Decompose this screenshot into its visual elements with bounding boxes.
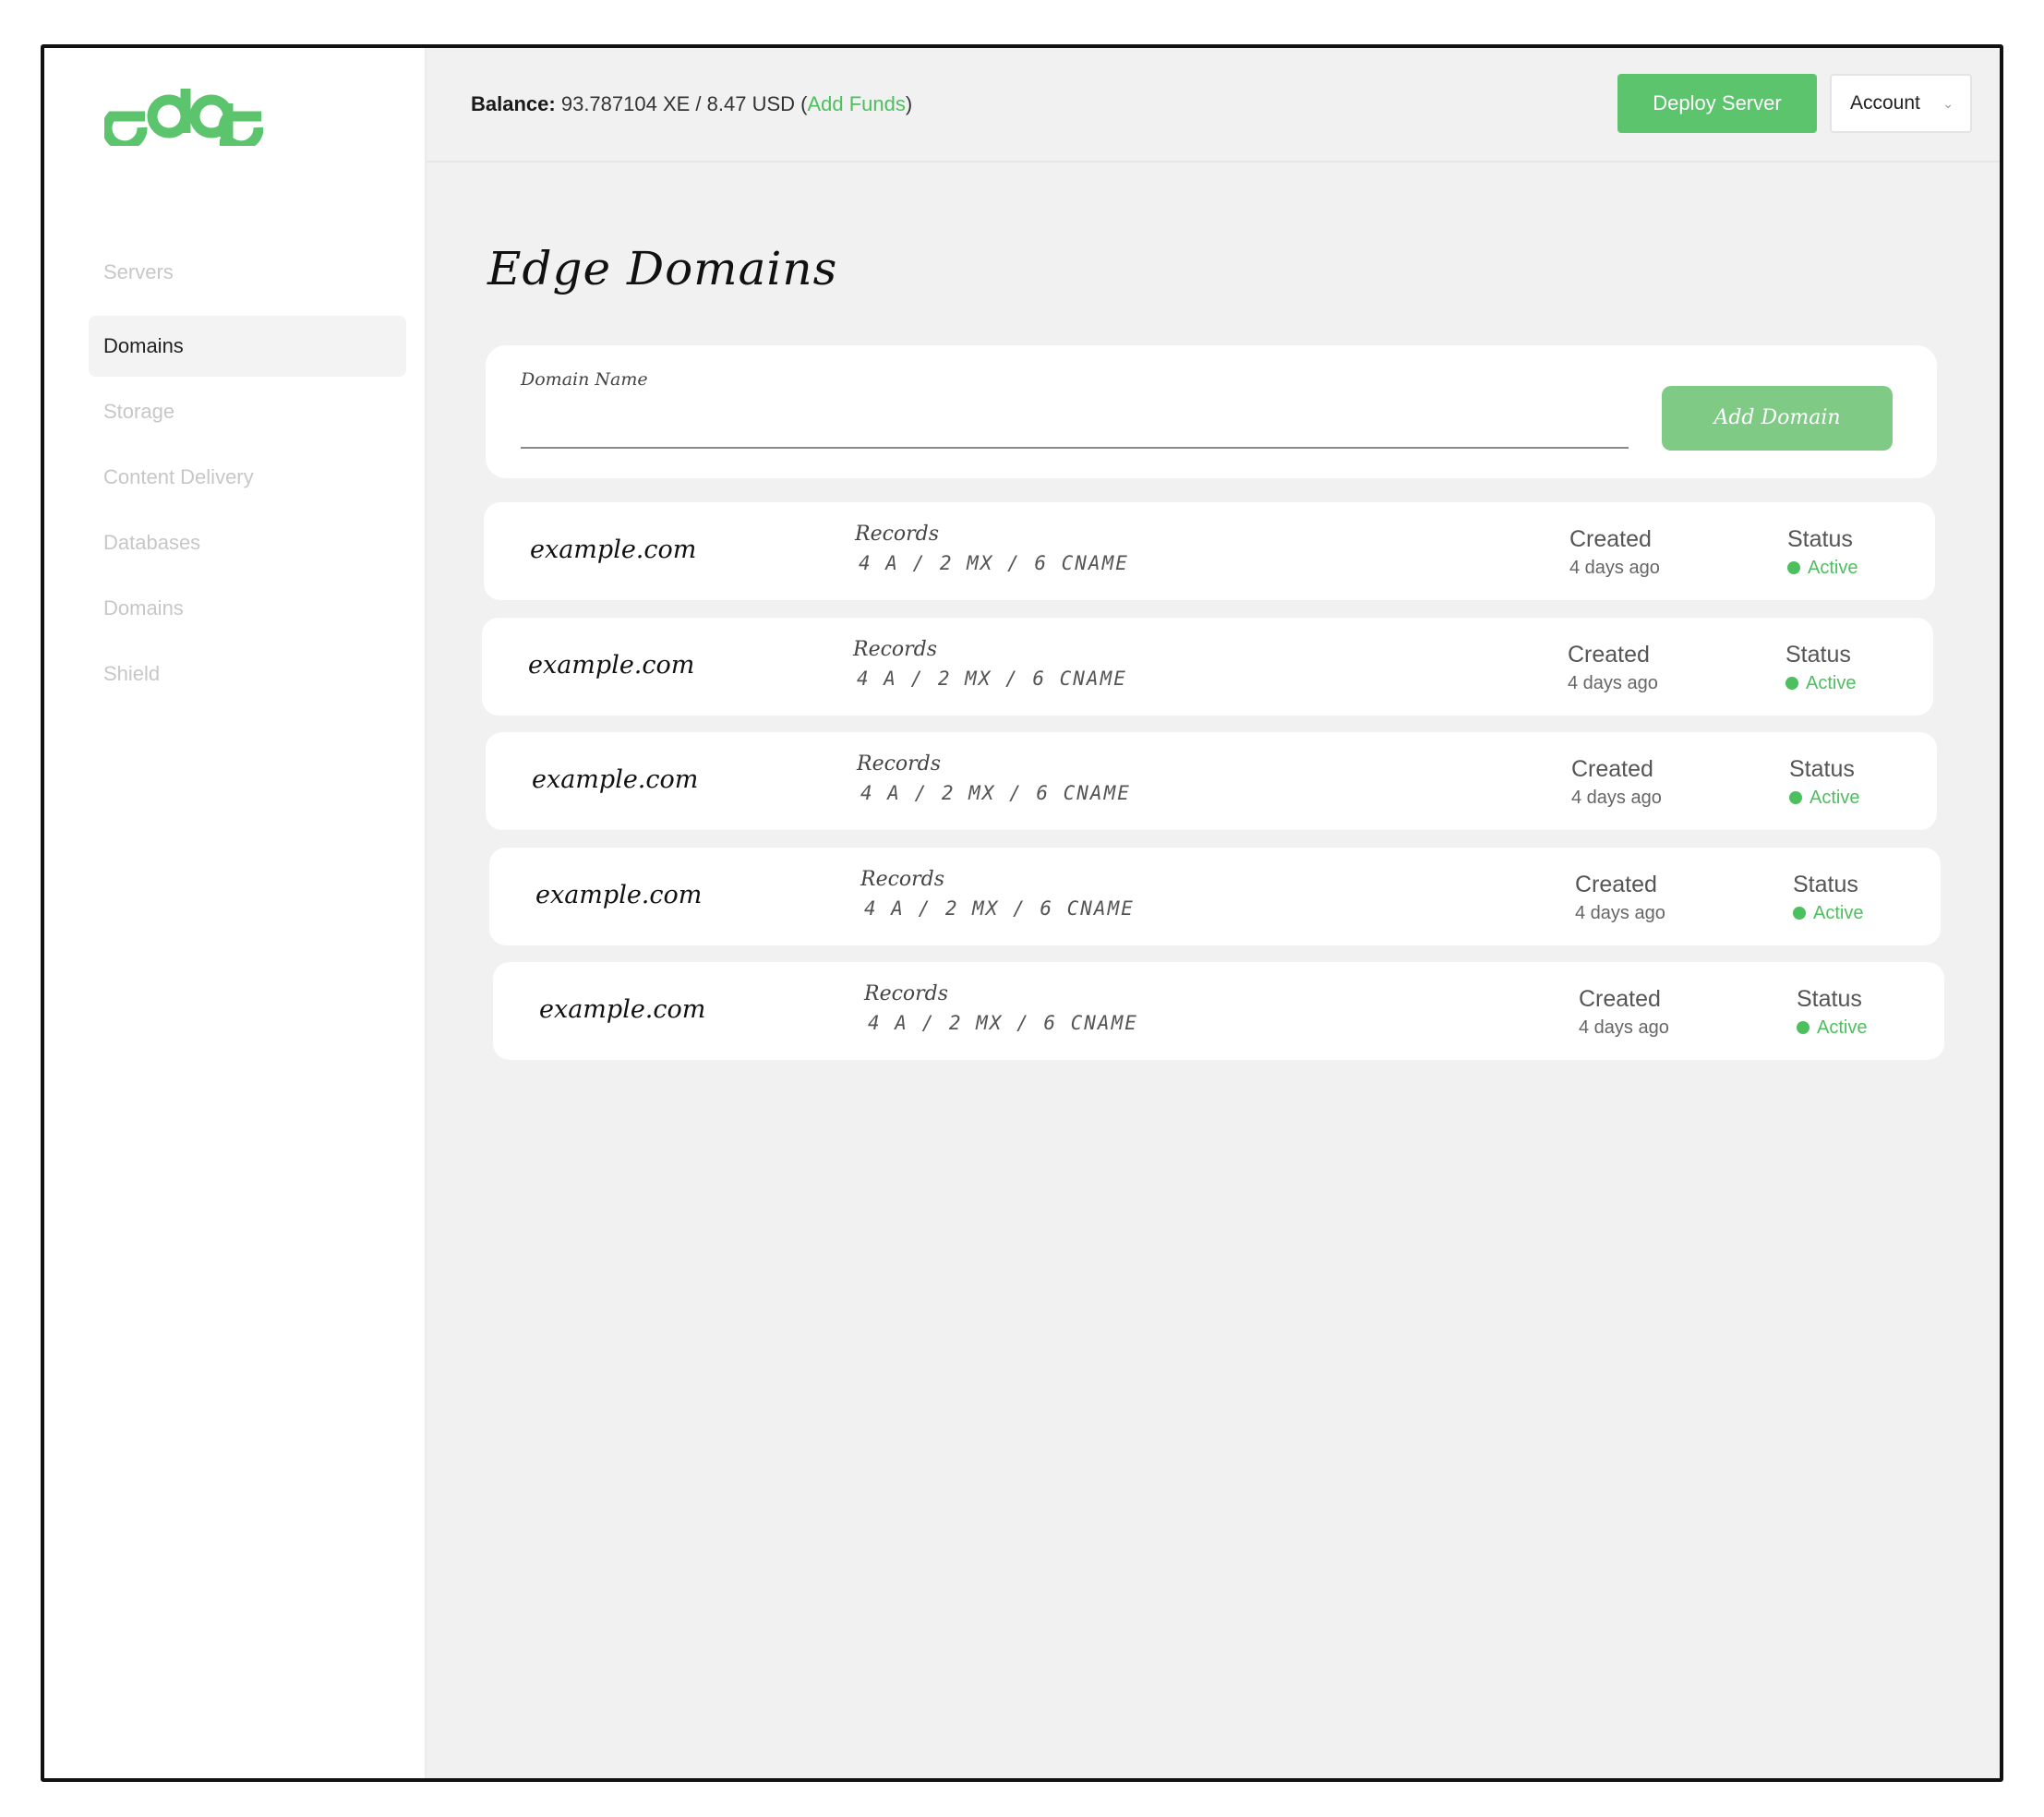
balance: Balance: 93.787104 XE / 8.47 USD (Add Fu…: [471, 92, 913, 115]
status-dot-icon: [1785, 677, 1798, 690]
status-value: Active: [1817, 1017, 1868, 1038]
status-label: Status: [1797, 986, 1862, 1012]
sidebar-item-content-delivery[interactable]: Content Delivery: [89, 447, 406, 508]
domain-row[interactable]: example.com Records 4 A / 2 MX / 6 CNAME…: [484, 502, 1935, 600]
add-domain-card: Domain Name Add Domain: [486, 345, 1937, 478]
status-badge: Active: [1797, 1017, 1867, 1039]
sidebar: edge Servers Domains Storage Content Del…: [44, 48, 425, 1778]
status-value: Active: [1810, 788, 1860, 808]
app-window: edge Servers Domains Storage Content Del…: [41, 44, 2003, 1782]
records-value: 4 A / 2 MX / 6 CNAME: [859, 552, 1129, 574]
edge-logo[interactable]: edge: [104, 83, 263, 146]
main-content: Balance: 93.787104 XE / 8.47 USD (Add Fu…: [425, 48, 2000, 1778]
chevron-down-icon: ⌄: [1942, 96, 1954, 111]
created-value: 4 days ago: [1571, 788, 1662, 808]
sidebar-item-databases[interactable]: Databases: [89, 512, 406, 573]
records-label: Records: [853, 638, 938, 661]
status-dot-icon: [1789, 791, 1802, 804]
created-label: Created: [1569, 526, 1652, 552]
records-value: 4 A / 2 MX / 6 CNAME: [868, 1012, 1138, 1034]
status-value: Active: [1808, 558, 1858, 578]
records-value: 4 A / 2 MX / 6 CNAME: [860, 782, 1131, 804]
status-badge: Active: [1793, 903, 1863, 924]
status-value: Active: [1813, 903, 1864, 923]
created-value: 4 days ago: [1575, 903, 1665, 923]
records-label: Records: [857, 752, 942, 776]
status-badge: Active: [1785, 673, 1856, 694]
status-label: Status: [1793, 872, 1858, 897]
sidebar-item-servers[interactable]: Servers: [89, 242, 406, 303]
account-label: Account: [1850, 92, 1920, 114]
status-dot-icon: [1797, 1021, 1810, 1034]
records-value: 4 A / 2 MX / 6 CNAME: [857, 668, 1127, 690]
domain-name: example.com: [535, 881, 703, 909]
deploy-server-button[interactable]: Deploy Server: [1617, 74, 1817, 133]
sidebar-item-domains[interactable]: Domains: [89, 578, 406, 639]
domain-name: example.com: [532, 765, 699, 794]
domain-row[interactable]: example.com Records 4 A / 2 MX / 6 CNAME…: [486, 732, 1937, 830]
created-label: Created: [1568, 642, 1650, 668]
domain-name-input[interactable]: [521, 403, 1629, 449]
domain-row[interactable]: example.com Records 4 A / 2 MX / 6 CNAME…: [489, 848, 1941, 945]
status-value: Active: [1806, 673, 1857, 693]
domain-name: example.com: [528, 651, 695, 680]
status-label: Status: [1789, 756, 1855, 782]
sidebar-item-storage[interactable]: Storage: [89, 381, 406, 442]
created-value: 4 days ago: [1568, 673, 1658, 693]
records-label: Records: [855, 523, 940, 546]
top-bar: Balance: 93.787104 XE / 8.47 USD (Add Fu…: [427, 48, 2000, 162]
domain-row[interactable]: example.com Records 4 A / 2 MX / 6 CNAME…: [482, 618, 1933, 716]
add-funds-link[interactable]: Add Funds: [807, 92, 905, 115]
status-dot-icon: [1793, 907, 1806, 920]
balance-value: 93.787104 XE / 8.47 USD: [560, 92, 796, 115]
domain-row[interactable]: example.com Records 4 A / 2 MX / 6 CNAME…: [493, 962, 1944, 1060]
created-label: Created: [1571, 756, 1653, 782]
created-label: Created: [1575, 872, 1657, 897]
status-label: Status: [1787, 526, 1853, 552]
records-label: Records: [860, 868, 945, 891]
sidebar-item-shield[interactable]: Shield: [89, 644, 406, 704]
domain-name: example.com: [530, 535, 697, 564]
status-dot-icon: [1787, 561, 1800, 574]
sidebar-nav: Servers Domains Storage Content Delivery…: [89, 242, 406, 709]
records-label: Records: [864, 982, 949, 1005]
domain-name-label: Domain Name: [521, 369, 648, 390]
status-label: Status: [1785, 642, 1851, 668]
created-value: 4 days ago: [1569, 558, 1660, 578]
sidebar-item-domains-active[interactable]: Domains: [89, 316, 406, 377]
add-domain-button[interactable]: Add Domain: [1662, 386, 1893, 451]
created-value: 4 days ago: [1579, 1017, 1669, 1038]
status-badge: Active: [1787, 558, 1858, 579]
status-badge: Active: [1789, 788, 1859, 809]
records-value: 4 A / 2 MX / 6 CNAME: [864, 897, 1135, 920]
domain-name: example.com: [539, 995, 706, 1024]
account-button[interactable]: Account ⌄: [1830, 74, 1972, 133]
balance-label: Balance:: [471, 92, 556, 115]
page-title: Edge Domains: [487, 242, 838, 295]
created-label: Created: [1579, 986, 1661, 1012]
